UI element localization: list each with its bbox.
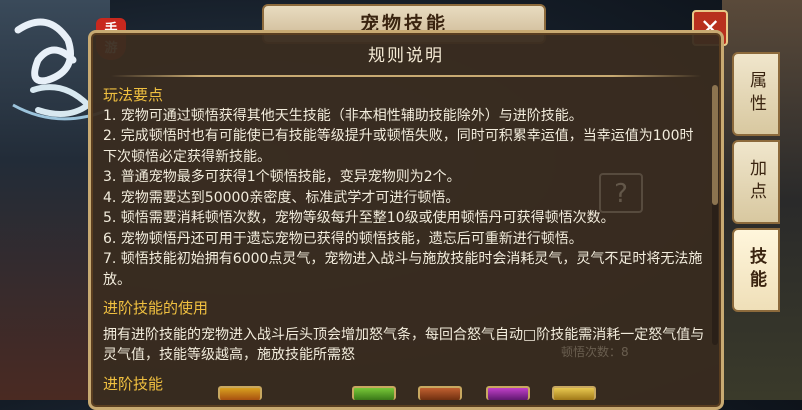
rule-item: 4. 宠物需要达到50000亲密度、标准武学才可进行顿悟。 <box>103 189 460 206</box>
rule-item: 2. 完成顿悟时也有可能使已有技能等级提升或顿悟失败，同时可积累幸运值，当幸运值… <box>103 128 694 165</box>
dialog-title: 规则说明 <box>368 46 444 66</box>
rule-item: 3. 普通宠物最多可获得1个顿悟技能，变异宠物则为2个。 <box>103 169 461 185</box>
scroll-thumb[interactable] <box>712 85 718 205</box>
rules-content: 玩法要点 1. 宠物可通过顿悟获得其他天生技能（非本相性辅助技能除外）与进阶技能… <box>103 85 705 407</box>
rule-item: 5. 顿悟需要消耗顿悟次数，宠物等级每升至整10级或使用顿悟丹可获得顿悟次数。 <box>103 210 615 226</box>
section-gameplay-title: 玩法要点 <box>103 86 164 104</box>
skill-gold-icon[interactable] <box>552 386 596 400</box>
section-advanced-list-title: 进阶技能 <box>103 374 164 393</box>
rule-item: 7. 顿悟技能初始拥有6000点灵气，宠物进入战斗与施放技能时会消耗灵气，灵气不… <box>103 251 703 288</box>
section-advanced-title: 进阶技能的使用 <box>103 299 209 317</box>
tab-add-points[interactable]: 加点 <box>732 140 780 224</box>
rule-item: 1. 宠物可通过顿悟获得其他天生技能（非本相性辅助技能除外）与进阶技能。 <box>103 107 583 124</box>
skill-leaf-icon[interactable] <box>352 386 396 400</box>
scrollbar[interactable] <box>712 85 718 345</box>
rules-dialog: 规则说明 ? 顿悟次数：8 玩法要点 1. 宠物可通过顿悟获得其他天生技能（非本… <box>88 30 724 410</box>
skill-earth-icon[interactable] <box>418 386 462 400</box>
skill-purple-icon[interactable] <box>486 386 530 400</box>
skill-fire-icon[interactable] <box>218 386 262 400</box>
title-divider <box>111 75 701 77</box>
tab-skills[interactable]: 技能 <box>732 228 780 312</box>
tab-attributes[interactable]: 属性 <box>732 52 780 136</box>
advanced-skill-description: 拥有进阶技能的宠物进入战斗后头顶会增加怒气条，每回合怒气自动□阶技能需消耗一定怒… <box>103 326 705 364</box>
rule-item: 6. 宠物顿悟丹还可用于遗忘宠物已获得的顿悟技能，遗忘后可重新进行顿悟。 <box>103 230 583 247</box>
